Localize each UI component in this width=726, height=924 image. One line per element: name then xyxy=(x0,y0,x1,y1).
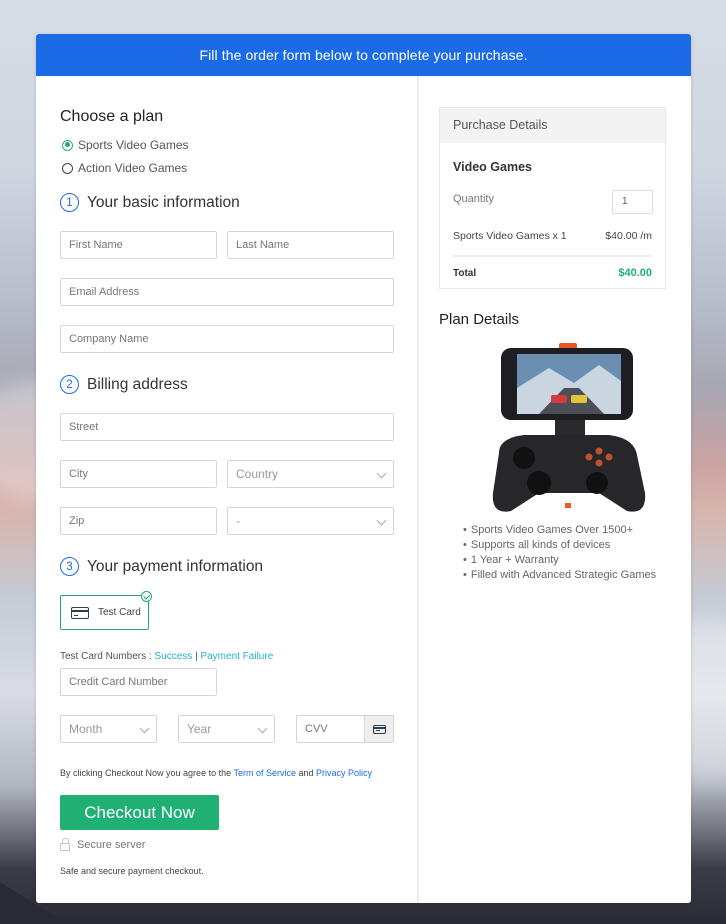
radio-checked-icon[interactable] xyxy=(62,139,73,151)
section-title: Billing address xyxy=(87,375,188,393)
terms-prefix: By clicking Checkout Now you agree to th… xyxy=(60,768,232,778)
plan-feature: Sports Video Games Over 1500+ xyxy=(463,523,656,538)
city-input[interactable]: City xyxy=(60,460,217,488)
radio-unchecked-icon[interactable] xyxy=(62,162,73,174)
section-title: Your basic information xyxy=(87,193,240,211)
total-label: Total xyxy=(453,268,477,279)
chevron-down-icon xyxy=(139,723,150,734)
screen-car-yellow xyxy=(571,395,587,403)
basic-info-heading: 1 Your basic information xyxy=(60,193,240,212)
action-button xyxy=(605,453,613,461)
chevron-down-icon xyxy=(257,723,268,734)
order-form-card: Fill the order form below to complete yo… xyxy=(36,34,691,903)
choose-plan-heading: Choose a plan xyxy=(60,108,164,125)
controller-body xyxy=(492,435,646,512)
total-value: $40.00 xyxy=(618,267,652,279)
plan-details-heading: Plan Details xyxy=(439,311,520,328)
plan-option-sports[interactable]: Sports Video Games xyxy=(62,138,189,152)
payment-failure-link[interactable]: Payment Failure xyxy=(200,651,273,662)
action-button xyxy=(585,453,593,461)
street-input[interactable]: Street xyxy=(60,413,394,441)
check-circle-icon xyxy=(141,591,152,602)
summary-column: Purchase Details Video Games Quantity 1 … xyxy=(421,76,691,903)
section-title: Your payment information xyxy=(87,557,264,575)
payment-heading: 3 Your payment information xyxy=(60,557,263,576)
plan-feature: Supports all kinds of devices xyxy=(463,538,656,553)
divider xyxy=(453,255,653,257)
credit-card-number-input[interactable]: Credit Card Number xyxy=(60,668,217,696)
action-button xyxy=(595,459,603,467)
expiry-month-select[interactable]: Month xyxy=(60,715,157,743)
plan-option-label: Action Video Games xyxy=(78,161,188,175)
test-card-numbers: Test Card Numbers : Success | Payment Fa… xyxy=(60,651,273,662)
state-select-value: - xyxy=(236,514,240,528)
year-select-value: Year xyxy=(187,722,212,736)
line-item-price: $40.00 /m xyxy=(605,230,652,242)
last-name-input[interactable]: Last Name xyxy=(227,231,394,259)
plan-feature-list: Sports Video Games Over 1500+ Supports a… xyxy=(463,523,656,583)
plan-option-label: Sports Video Games xyxy=(78,138,189,152)
secure-server-label: Secure server xyxy=(77,839,146,851)
credit-card-icon xyxy=(71,606,89,619)
cvv-placeholder: CVV xyxy=(305,723,328,735)
zip-input[interactable]: Zip xyxy=(60,507,217,535)
terms-of-service-link[interactable]: Term of Service xyxy=(233,768,296,778)
plan-option-action[interactable]: Action Video Games xyxy=(62,161,187,175)
purchase-details-header: Purchase Details xyxy=(440,108,665,143)
step-number-badge: 3 xyxy=(60,557,79,576)
terms-text: By clicking Checkout Now you agree to th… xyxy=(60,768,372,778)
terms-and: and xyxy=(298,768,314,778)
quantity-input[interactable]: 1 xyxy=(612,190,653,214)
secure-server-note: Secure server xyxy=(60,838,146,851)
step-number-badge: 2 xyxy=(60,375,79,394)
cvv-card-button[interactable] xyxy=(364,715,394,743)
quantity-label: Quantity xyxy=(453,193,494,205)
controller-indicator xyxy=(565,503,571,508)
country-select[interactable]: Country xyxy=(227,460,394,488)
action-button xyxy=(595,447,603,455)
link-separator: | xyxy=(195,651,198,662)
step-number-badge: 1 xyxy=(60,193,79,212)
right-thumbstick xyxy=(586,472,608,494)
line-item-name: Sports Video Games x 1 xyxy=(453,230,567,242)
success-link[interactable]: Success xyxy=(154,651,192,662)
checkout-now-button[interactable]: Checkout Now xyxy=(60,795,219,830)
credit-card-icon xyxy=(372,724,386,734)
state-select[interactable]: - xyxy=(227,507,394,535)
expiry-year-select[interactable]: Year xyxy=(178,715,275,743)
company-name-input[interactable]: Company Name xyxy=(60,325,394,353)
plan-feature: Filled with Advanced Strategic Games xyxy=(463,568,656,583)
dpad xyxy=(527,471,551,495)
payment-method-label: Test Card xyxy=(98,607,141,618)
product-image xyxy=(492,343,646,512)
month-select-value: Month xyxy=(69,722,103,736)
purchase-details-box: Purchase Details Video Games Quantity 1 … xyxy=(439,107,666,289)
country-select-value: Country xyxy=(236,467,279,481)
safe-checkout-text: Safe and secure payment checkout. xyxy=(60,866,204,876)
order-form-column: Choose a plan Sports Video Games Action … xyxy=(36,76,419,903)
billing-heading: 2 Billing address xyxy=(60,375,188,394)
test-card-numbers-label: Test Card Numbers : xyxy=(60,651,152,662)
header-banner: Fill the order form below to complete yo… xyxy=(36,34,691,76)
cvv-input[interactable]: CVV xyxy=(296,715,394,743)
email-input[interactable]: Email Address xyxy=(60,278,394,306)
payment-method-test-card[interactable]: Test Card xyxy=(60,591,152,630)
screen-car-red xyxy=(551,395,567,403)
chevron-down-icon xyxy=(376,515,387,526)
chevron-down-icon xyxy=(376,468,387,479)
plan-feature: 1 Year + Warranty xyxy=(463,553,656,568)
left-thumbstick xyxy=(513,447,535,469)
privacy-policy-link[interactable]: Privacy Policy xyxy=(316,768,372,778)
first-name-input[interactable]: First Name xyxy=(60,231,217,259)
lock-icon xyxy=(60,838,70,851)
product-title: Video Games xyxy=(453,160,532,174)
